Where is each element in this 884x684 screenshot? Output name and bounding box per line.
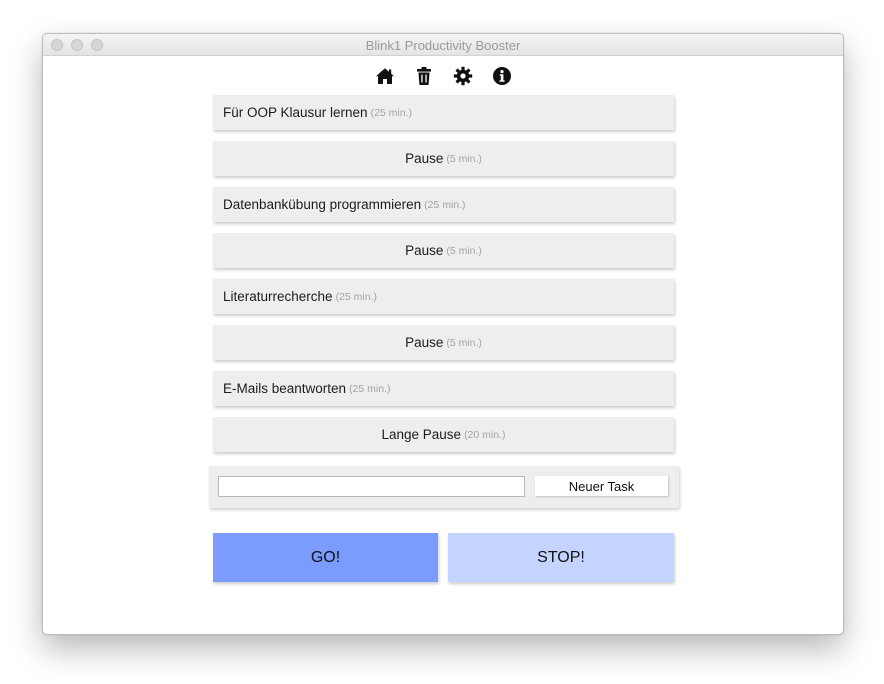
- task-item[interactable]: Für OOP Klausur lernen (25 min.): [213, 95, 674, 130]
- task-label: Lange Pause: [381, 427, 462, 442]
- task-duration: (5 min.): [446, 244, 482, 257]
- title-bar[interactable]: Blink1 Productivity Booster: [43, 34, 843, 56]
- task-label: Für OOP Klausur lernen: [223, 105, 368, 120]
- task-duration: (20 min.): [464, 428, 506, 441]
- task-label: Pause: [405, 243, 444, 258]
- task-item[interactable]: Literaturrecherche (25 min.): [213, 279, 674, 314]
- new-task-panel: Neuer Task: [209, 466, 679, 508]
- task-duration: (25 min.): [349, 382, 391, 395]
- info-icon: [492, 67, 511, 85]
- pause-item[interactable]: Pause (5 min.): [213, 325, 674, 360]
- window-title: Blink1 Productivity Booster: [365, 38, 521, 53]
- gear-icon: [453, 66, 472, 86]
- task-label: Datenbankübung programmieren: [223, 197, 422, 212]
- task-duration: (25 min.): [424, 198, 466, 211]
- task-duration: (5 min.): [446, 152, 482, 165]
- task-duration: (25 min.): [335, 290, 377, 303]
- task-label: Pause: [405, 335, 444, 350]
- new-task-button[interactable]: Neuer Task: [535, 476, 668, 496]
- stop-button[interactable]: STOP!: [448, 533, 674, 582]
- home-icon: [375, 68, 394, 84]
- info-button[interactable]: [491, 65, 513, 87]
- task-list: Für OOP Klausur lernen (25 min.) Pause (…: [213, 95, 674, 463]
- trash-icon: [416, 67, 431, 85]
- task-duration: (5 min.): [446, 336, 482, 349]
- new-task-input[interactable]: [218, 476, 525, 497]
- pause-item[interactable]: Pause (5 min.): [213, 141, 674, 176]
- go-button[interactable]: GO!: [213, 533, 438, 582]
- home-button[interactable]: [374, 65, 396, 87]
- task-label: E-Mails beantworten: [223, 381, 347, 396]
- task-duration: (25 min.): [370, 106, 413, 119]
- task-item[interactable]: E-Mails beantworten (25 min.): [213, 371, 674, 406]
- toolbar: [43, 65, 843, 87]
- settings-button[interactable]: [452, 65, 474, 87]
- delete-button[interactable]: [413, 65, 435, 87]
- long-pause-item[interactable]: Lange Pause (20 min.): [213, 417, 674, 452]
- app-window: Blink1 Productivity Booster Für OOP Klau…: [42, 33, 844, 635]
- task-label: Literaturrecherche: [223, 289, 333, 304]
- task-item[interactable]: Datenbankübung programmieren (25 min.): [213, 187, 674, 222]
- pause-item[interactable]: Pause (5 min.): [213, 233, 674, 268]
- task-label: Pause: [405, 151, 444, 166]
